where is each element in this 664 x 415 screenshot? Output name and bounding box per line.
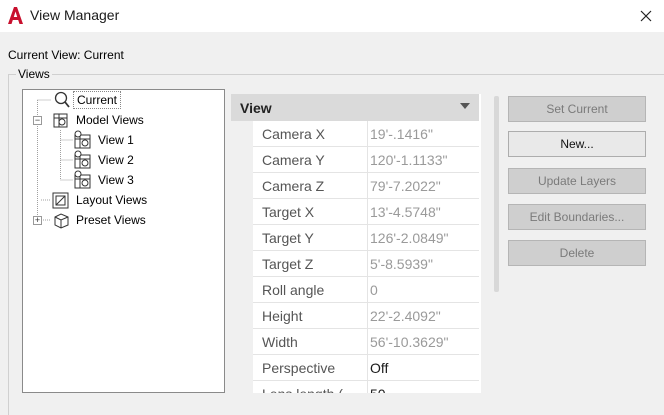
property-value: 22'-2.4092" [370, 308, 441, 324]
model-views-icon [53, 113, 68, 128]
property-value: 120'-1.1133" [370, 152, 448, 168]
property-value: 0 [370, 282, 378, 298]
property-name: Camera Y [253, 147, 368, 172]
preset-views-cube-icon [54, 213, 69, 229]
property-row-roll-angle[interactable]: Roll angle 0 [253, 277, 479, 303]
tree-item-preset-views[interactable]: Preset Views [51, 210, 149, 230]
property-row-target-x[interactable]: Target X 13'-4.5748" [253, 199, 479, 225]
property-row-camera-y[interactable]: Camera Y 120'-1.1133" [253, 147, 479, 173]
tree-item-label: Current [73, 91, 122, 109]
collapse-model-views-toggle[interactable]: − [33, 116, 42, 125]
property-name: Target Z [253, 251, 368, 276]
property-row-lens-length[interactable]: Lens length ( 50 [253, 381, 479, 393]
property-value: 56'-10.3629" [370, 334, 449, 350]
property-name: Target Y [253, 225, 368, 250]
property-name: Target X [253, 199, 368, 224]
property-row-camera-z[interactable]: Camera Z 79'-7.2022" [253, 173, 479, 199]
property-row-width[interactable]: Width 56'-10.3629" [253, 329, 479, 355]
tree-item-label: Preset Views [76, 213, 146, 227]
property-name: Lens length ( [253, 381, 368, 393]
property-name: Camera Z [253, 173, 368, 198]
views-group-label: Views [16, 67, 52, 81]
layout-views-icon [52, 192, 69, 209]
close-button[interactable] [628, 0, 664, 32]
new-view-button[interactable]: New... [508, 131, 646, 157]
expand-preset-views-toggle[interactable]: + [33, 216, 42, 225]
tree-item-model-views[interactable]: Model Views [51, 110, 147, 130]
properties-scrollbar[interactable] [494, 96, 499, 292]
camera-view-icon [74, 130, 91, 149]
property-value[interactable]: 50 [368, 381, 479, 393]
title-bar: View Manager [0, 0, 664, 32]
property-value: 13'-4.5748" [370, 204, 441, 220]
property-row-target-y[interactable]: Target Y 126'-2.0849" [253, 225, 479, 251]
tree-item-view-2[interactable]: View 2 [73, 150, 137, 170]
tree-item-label: View 3 [98, 173, 134, 187]
close-icon [640, 10, 652, 22]
tree-item-view-3[interactable]: View 3 [73, 170, 137, 190]
tree-item-label: Model Views [76, 113, 144, 127]
property-name: Roll angle [253, 277, 368, 302]
tree-item-view-1[interactable]: View 1 [73, 130, 137, 150]
set-current-button[interactable]: Set Current [508, 96, 646, 122]
camera-view-icon [74, 150, 91, 169]
views-tree[interactable]: Current − Model Views View 1 View 2 View… [22, 89, 225, 393]
property-value: 5'-8.5939" [370, 256, 433, 272]
autocad-logo-icon [8, 7, 23, 24]
tree-item-label: View 1 [98, 133, 134, 147]
property-row-camera-x[interactable]: Camera X 19'-.1416" [253, 121, 479, 147]
current-view-label: Current View: Current [8, 48, 124, 62]
edit-boundaries-button[interactable]: Edit Boundaries... [508, 204, 646, 230]
update-layers-button[interactable]: Update Layers [508, 168, 646, 194]
tree-item-layout-views[interactable]: Layout Views [51, 190, 150, 210]
property-name: Perspective [253, 355, 368, 380]
tree-item-label: Layout Views [76, 193, 148, 207]
section-title: View [240, 99, 272, 116]
property-row-perspective[interactable]: Perspective Off [253, 355, 479, 381]
window-title: View Manager [30, 7, 120, 23]
property-name: Width [253, 329, 368, 354]
tree-item-current[interactable]: Current [51, 90, 122, 110]
view-properties-panel: View Camera X 19'-.1416" Camera Y 120'-1… [231, 94, 481, 393]
tree-item-label: View 2 [98, 153, 134, 167]
property-name: Camera X [253, 121, 368, 146]
delete-button[interactable]: Delete [508, 240, 646, 266]
property-name: Height [253, 303, 368, 328]
property-value[interactable]: Off [368, 355, 479, 380]
property-row-target-z[interactable]: Target Z 5'-8.5939" [253, 251, 479, 277]
collapse-arrow-icon[interactable] [460, 103, 470, 110]
property-row-height[interactable]: Height 22'-2.4092" [253, 303, 479, 329]
camera-view-icon [74, 170, 91, 189]
properties-section-header[interactable]: View [231, 94, 479, 121]
property-value: 79'-7.2022" [370, 178, 441, 194]
properties-gutter [231, 121, 253, 393]
magnifier-icon [54, 91, 70, 108]
property-value: 19'-.1416" [370, 126, 433, 142]
property-value: 126'-2.0849" [370, 230, 449, 246]
